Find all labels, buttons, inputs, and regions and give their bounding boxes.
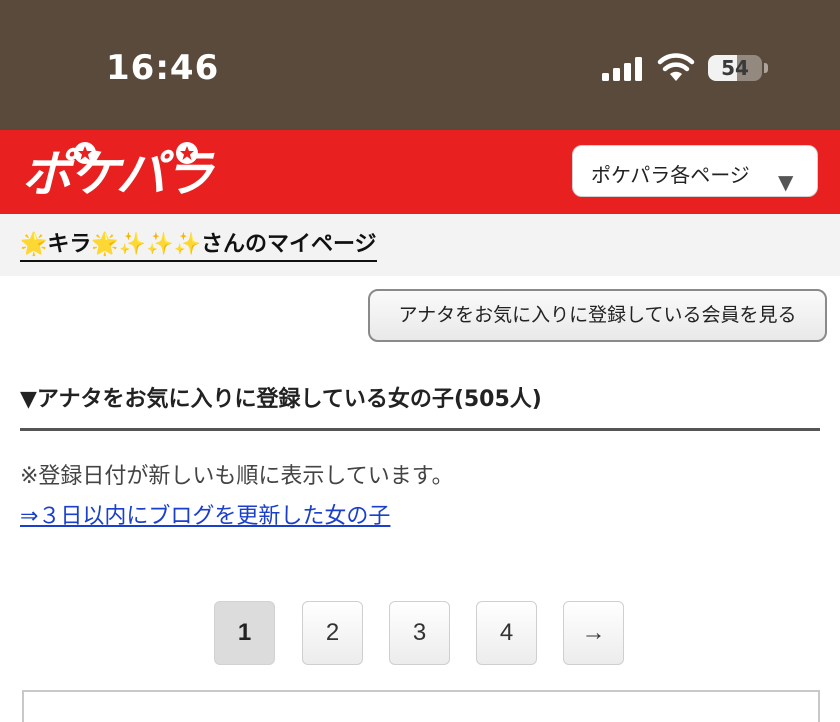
recent-blog-link[interactable]: ⇒３日以内にブログを更新した女の子: [20, 498, 390, 530]
sort-note: ※登録日付が新しいも順に表示しています。: [20, 464, 454, 489]
battery-icon: 54: [708, 55, 762, 81]
logo-star-icon: [74, 142, 96, 164]
page-menu-label: ポケパラ各ページ: [591, 163, 750, 187]
status-time: 16:46: [106, 48, 220, 88]
page-button-4[interactable]: 4: [476, 601, 537, 665]
list-container: [22, 690, 820, 722]
logo-star-icon: [176, 142, 198, 164]
cellular-signal-icon: [602, 57, 642, 81]
section-divider: [20, 428, 820, 431]
chevron-down-icon: ▼: [778, 170, 794, 194]
mypage-title-link[interactable]: 🌟キラ🌟✨✨✨さんのマイページ: [20, 226, 377, 262]
next-page-button[interactable]: →: [563, 601, 624, 665]
section-heading: ▼アナタをお気に入りに登録している女の子(505人): [20, 387, 542, 412]
battery-level: 54: [721, 56, 749, 80]
page-button-3[interactable]: 3: [389, 601, 450, 665]
view-fav-members-button[interactable]: アナタをお気に入りに登録している会員を見る: [368, 289, 827, 342]
wifi-icon: [657, 53, 695, 81]
page-button-1: 1: [214, 601, 275, 665]
status-bar: 16:46 54: [0, 0, 840, 130]
page-button-2[interactable]: 2: [302, 601, 363, 665]
battery-tip: [764, 63, 768, 73]
